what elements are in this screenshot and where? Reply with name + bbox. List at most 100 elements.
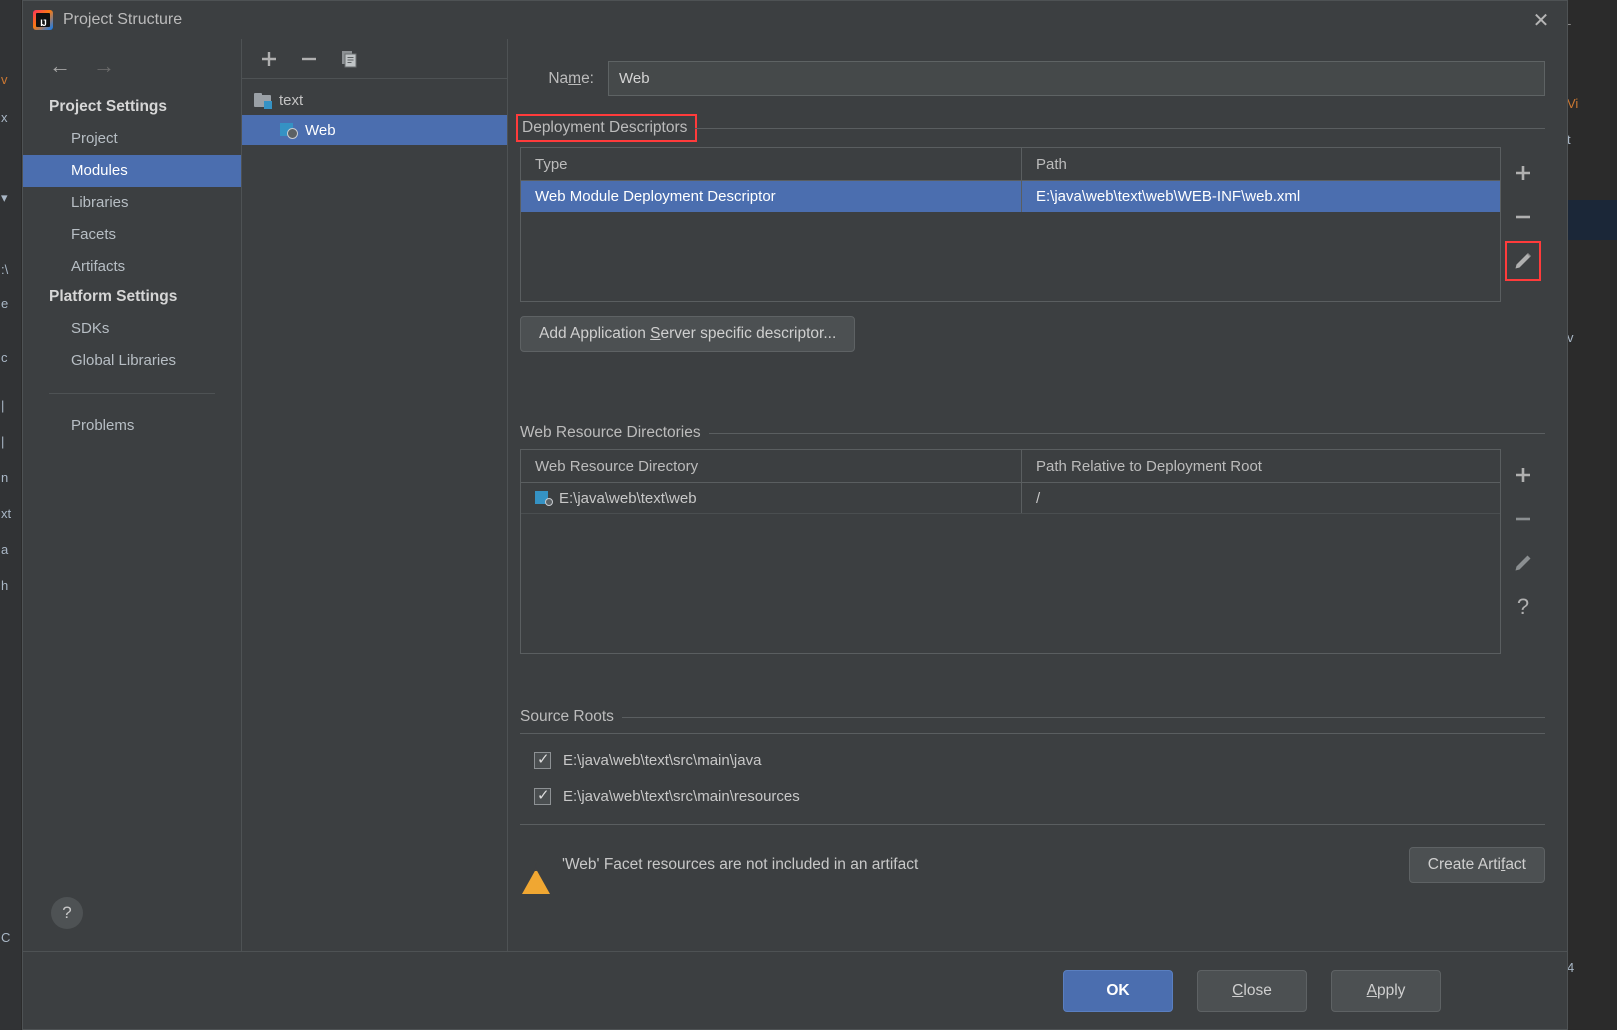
ide-editor-right-sliver: - Vi t v 4: [1565, 0, 1617, 1030]
deployment-descriptors-title: Deployment Descriptors: [515, 114, 698, 142]
source-root-label: E:\java\web\text\src\main\resources: [563, 787, 800, 805]
table-header-row: Web Resource Directory Path Relative to …: [521, 450, 1500, 483]
web-resource-directories-header: Web Resource Directories: [520, 424, 1545, 442]
table-row[interactable]: Web Module Deployment Descriptor E:\java…: [521, 181, 1500, 212]
tree-node-text[interactable]: text: [242, 85, 507, 115]
name-row: Name:: [508, 39, 1567, 96]
sidebar-group-project-settings: Project Settings: [49, 98, 167, 115]
web-facet-icon: [280, 122, 298, 139]
add-web-resource-icon[interactable]: [1503, 453, 1543, 497]
artifact-warning-row: ! 'Web' Facet resources are not included…: [508, 825, 1567, 894]
warning-triangle-icon: !: [522, 852, 550, 894]
cell-type: Web Module Deployment Descriptor: [535, 188, 776, 205]
column-header-type[interactable]: Type: [521, 148, 1021, 180]
tree-node-label: text: [279, 91, 304, 109]
tree-node-label: Web: [305, 121, 336, 139]
name-label: Name:: [548, 69, 594, 87]
artifact-warning-text: 'Web' Facet resources are not included i…: [562, 856, 919, 873]
facet-settings-pane: Name: Deployment Descriptors Type Path: [508, 39, 1567, 951]
source-roots-header: Source Roots: [520, 708, 1545, 726]
sidebar-item-modules[interactable]: Modules: [23, 155, 241, 187]
web-resource-directories-title: Web Resource Directories: [520, 424, 701, 441]
dialog-footer: OK Close Apply: [23, 951, 1567, 1029]
ok-button[interactable]: OK: [1063, 969, 1173, 1012]
intellij-idea-icon: IJ: [33, 10, 53, 30]
web-resource-directories-section: Web Resource Directories Web Resource Di…: [508, 404, 1567, 654]
column-header-relative-path[interactable]: Path Relative to Deployment Root: [1021, 450, 1500, 482]
source-root-item[interactable]: E:\java\web\text\src\main\resources: [520, 778, 1545, 814]
source-root-item[interactable]: E:\java\web\text\src\main\java: [520, 742, 1545, 778]
sidebar-divider: [49, 393, 215, 394]
cell-path: E:\java\web\text\web\WEB-INF\web.xml: [1021, 181, 1500, 212]
sidebar-nav-arrows: ← →: [23, 47, 241, 93]
section-rule: [708, 432, 1545, 434]
module-tree-pane: text Web: [242, 39, 508, 951]
cell-text: E:\java\web\text\web: [559, 489, 697, 507]
deployment-descriptors-table-wrap: Type Path Web Module Deployment Descript…: [520, 147, 1545, 302]
ide-editor-left-sliver: v x ▾ :\ e c | | n xt a h C: [0, 0, 22, 1030]
table-body: E:\java\web\text\web /: [521, 483, 1500, 514]
web-resource-help-icon[interactable]: ?: [1503, 585, 1543, 629]
screen: v x ▾ :\ e c | | n xt a h C - Vi t v 4 I…: [0, 0, 1617, 1030]
main-pane-spacer: [508, 883, 1567, 951]
cell-web-resource-directory: E:\java\web\text\web: [521, 483, 1021, 513]
source-root-label: E:\java\web\text\src\main\java: [563, 751, 762, 769]
sidebar-group-platform-settings: Platform Settings: [49, 288, 178, 305]
sidebar-item-libraries[interactable]: Libraries: [23, 187, 241, 219]
web-resource-table-wrap: Web Resource Directory Path Relative to …: [520, 449, 1545, 654]
close-button[interactable]: Close: [1197, 969, 1307, 1012]
apply-button[interactable]: Apply: [1331, 969, 1441, 1012]
sidebar-item-project[interactable]: Project: [23, 123, 241, 155]
edit-descriptor-icon[interactable]: [1503, 239, 1543, 283]
dialog-title: Project Structure: [63, 11, 183, 28]
copy-module-icon[interactable]: [338, 48, 360, 70]
source-roots-title: Source Roots: [520, 708, 614, 725]
back-arrow-icon[interactable]: ←: [49, 55, 71, 77]
section-rule: [621, 716, 1545, 718]
dialog-body: ← → Project Settings Project Modules Lib…: [23, 39, 1567, 951]
source-root-checkbox[interactable]: [534, 786, 551, 805]
close-icon[interactable]: ✕: [1515, 1, 1567, 39]
add-descriptor-icon[interactable]: [1503, 151, 1543, 195]
deployment-descriptors-header: Deployment Descriptors: [515, 114, 1545, 142]
web-resource-table: Web Resource Directory Path Relative to …: [520, 449, 1501, 654]
source-roots-list: E:\java\web\text\src\main\java E:\java\w…: [520, 733, 1545, 825]
table-row[interactable]: E:\java\web\text\web /: [521, 483, 1500, 514]
add-module-icon[interactable]: [258, 48, 280, 70]
table-body: Web Module Deployment Descriptor E:\java…: [521, 181, 1500, 212]
cell-relative-path: /: [1021, 483, 1500, 513]
web-resource-toolbar: ?: [1501, 449, 1545, 654]
web-folder-icon: [535, 491, 553, 506]
module-folder-icon: [254, 93, 272, 109]
remove-web-resource-icon[interactable]: [1503, 497, 1543, 541]
forward-arrow-icon[interactable]: →: [93, 55, 115, 77]
edit-web-resource-icon[interactable]: [1503, 541, 1543, 585]
module-tree-list: text Web: [242, 79, 507, 145]
remove-module-icon[interactable]: [298, 48, 320, 70]
module-tree-toolbar: [242, 39, 507, 79]
create-artifact-button[interactable]: Create Artifact: [1408, 847, 1545, 883]
deployment-descriptors-table: Type Path Web Module Deployment Descript…: [520, 147, 1501, 302]
help-icon[interactable]: ?: [51, 897, 83, 929]
sidebar-item-facets[interactable]: Facets: [23, 219, 241, 251]
sidebar-item-artifacts[interactable]: Artifacts: [23, 251, 241, 283]
table-header-row: Type Path: [521, 148, 1500, 181]
deployment-descriptors-section: Deployment Descriptors Type Path Web Mod…: [508, 96, 1567, 352]
remove-descriptor-icon[interactable]: [1503, 195, 1543, 239]
tree-node-web[interactable]: Web: [242, 115, 507, 145]
sidebar-item-problems[interactable]: Problems: [23, 410, 241, 442]
section-rule: [695, 127, 1545, 129]
project-structure-dialog: IJ Project Structure ✕ ← → Project Setti…: [22, 0, 1568, 1030]
sidebar-item-sdks[interactable]: SDKs: [23, 313, 241, 345]
dialog-titlebar: IJ Project Structure ✕: [23, 1, 1567, 39]
column-header-web-resource-directory[interactable]: Web Resource Directory: [521, 450, 1021, 482]
column-header-path[interactable]: Path: [1021, 148, 1500, 180]
source-roots-section: Source Roots E:\java\web\text\src\main\j…: [508, 688, 1567, 825]
name-input[interactable]: [608, 61, 1545, 96]
sidebar-item-global-libraries[interactable]: Global Libraries: [23, 345, 241, 377]
deployment-descriptors-toolbar: [1501, 147, 1545, 302]
add-application-server-descriptor-button[interactable]: Add Application Server specific descript…: [520, 316, 856, 352]
settings-sidebar: ← → Project Settings Project Modules Lib…: [23, 39, 242, 951]
source-root-checkbox[interactable]: [534, 750, 551, 769]
